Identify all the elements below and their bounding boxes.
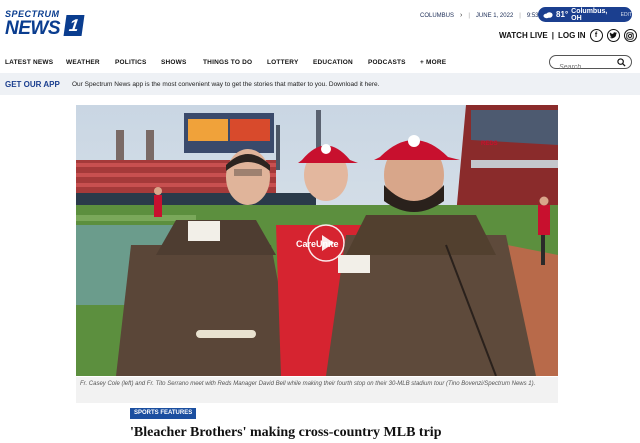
category-tag[interactable]: SPORTS FEATURES (130, 408, 197, 419)
facebook-icon[interactable]: f (589, 29, 603, 42)
search-box[interactable] (549, 55, 632, 74)
cloud-icon (543, 11, 553, 18)
watch-login-row: WATCH LIVE | LOG IN f (499, 29, 637, 42)
search-input[interactable] (550, 61, 610, 74)
location-label[interactable]: COLUMBUS (420, 13, 454, 19)
nav-podcasts[interactable]: PODCASTS (368, 59, 406, 66)
nav-things-to-do[interactable]: THINGS TO DO (203, 59, 252, 66)
app-promo-banner[interactable]: GET OUR APP Our Spectrum News app is the… (0, 73, 640, 95)
nav-politics[interactable]: POLITICS (115, 59, 147, 66)
ballpark-photo-illustration: CareUnite REDS (76, 105, 558, 376)
spectrum-news-logo[interactable]: SPECTRUM NEWS 1 (5, 9, 85, 39)
date-label: JUNE 1, 2022 (475, 12, 514, 19)
nav-education[interactable]: EDUCATION (313, 59, 353, 66)
logo-line-2: NEWS (5, 18, 61, 39)
weather-edit-link[interactable]: EDIT (621, 12, 632, 18)
app-promo-text[interactable]: Our Spectrum News app is the most conven… (72, 81, 379, 88)
chevron-right-icon[interactable]: › (460, 12, 462, 19)
weather-city: Columbus, OH (571, 7, 608, 22)
nav-lottery[interactable]: LOTTERY (267, 59, 299, 66)
stadium-sign-text: REDS (481, 141, 498, 147)
nav-latest-news[interactable]: LATEST NEWS (5, 59, 53, 66)
article-headline[interactable]: 'Bleacher Brothers' making cross-country… (130, 425, 441, 441)
watch-live-link[interactable]: WATCH LIVE (499, 31, 548, 40)
divider: | (468, 12, 470, 19)
main-nav: LATEST NEWS WEATHER POLITICS SHOWS THING… (0, 53, 640, 71)
weather-widget[interactable]: 81° Columbus, OH EDIT (538, 7, 632, 22)
log-in-link[interactable]: LOG IN (558, 31, 586, 40)
app-promo-title[interactable]: GET OUR APP (5, 80, 60, 89)
nav-weather[interactable]: WEATHER (66, 59, 100, 66)
instagram-icon[interactable] (623, 29, 637, 42)
weather-temp: 81° (556, 10, 569, 19)
article-hero-image: CareUnite REDS (76, 105, 558, 376)
location-date-bar: COLUMBUS › | JUNE 1, 2022 | 9:53AM ET (420, 12, 557, 19)
site-header: SPECTRUM NEWS 1 COLUMBUS › | JUNE 1, 202… (0, 0, 640, 50)
logo-badge: 1 (63, 15, 85, 36)
nav-more[interactable]: + MORE (420, 59, 446, 66)
search-icon[interactable] (617, 58, 626, 67)
shirt-text: CareUnite (296, 239, 339, 249)
nav-shows[interactable]: SHOWS (161, 59, 187, 66)
twitter-icon[interactable] (606, 29, 620, 42)
divider: | (551, 31, 554, 40)
divider: | (519, 12, 521, 19)
image-caption: Fr. Casey Cole (left) and Fr. Tito Serra… (76, 377, 558, 403)
